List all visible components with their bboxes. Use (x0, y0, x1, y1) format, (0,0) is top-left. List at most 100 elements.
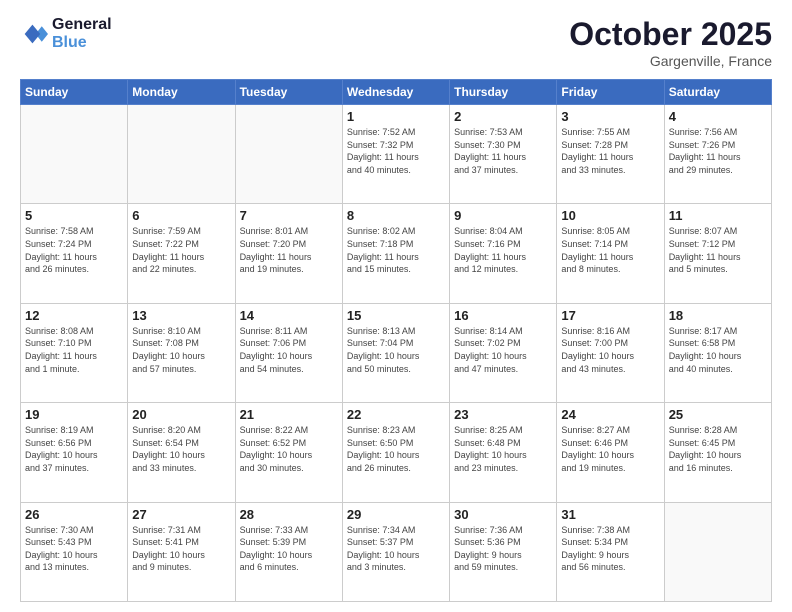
calendar-cell: 4Sunrise: 7:56 AM Sunset: 7:26 PM Daylig… (664, 105, 771, 204)
calendar-cell: 27Sunrise: 7:31 AM Sunset: 5:41 PM Dayli… (128, 502, 235, 601)
day-number: 26 (25, 507, 123, 522)
day-number: 13 (132, 308, 230, 323)
calendar-cell: 8 Sunrise: 8:02 AM Sunset: 7:18 PM Daylig… (342, 204, 449, 303)
day-info: Sunrise: 8:10 AM Sunset: 7:08 PM Dayligh… (132, 325, 230, 375)
day-number: 19 (25, 407, 123, 422)
day-info: Sunrise: 8:02 AM Sunset: 7:18 PM Dayligh… (347, 225, 445, 275)
day-info: Sunrise: 8:05 AM Sunset: 7:14 PM Dayligh… (561, 225, 659, 275)
day-number: 31 (561, 507, 659, 522)
day-info: Sunrise: 8:14 AM Sunset: 7:02 PM Dayligh… (454, 325, 552, 375)
day-number: 24 (561, 407, 659, 422)
location: Gargenville, France (569, 53, 772, 69)
day-info: Sunrise: 7:58 AM Sunset: 7:24 PM Dayligh… (25, 225, 123, 275)
day-info: Sunrise: 7:53 AM Sunset: 7:30 PM Dayligh… (454, 126, 552, 176)
week-row-3: 19 Sunrise: 8:19 AM Sunset: 6:56 PM Dayli… (21, 403, 772, 502)
day-number: 28 (240, 507, 338, 522)
day-info: Sunrise: 8:23 AM Sunset: 6:50 PM Dayligh… (347, 424, 445, 474)
weekday-header-row: SundayMondayTuesdayWednesdayThursdayFrid… (21, 80, 772, 105)
week-row-0: 1 Sunrise: 7:52 AM Sunset: 7:32 PM Daylig… (21, 105, 772, 204)
calendar-table: SundayMondayTuesdayWednesdayThursdayFrid… (20, 79, 772, 602)
logo-blue: Blue (52, 34, 112, 52)
calendar-cell: 6 Sunrise: 7:59 AM Sunset: 7:22 PM Daylig… (128, 204, 235, 303)
day-info: Sunrise: 7:38 AM Sunset: 5:34 PM Dayligh… (561, 524, 659, 574)
day-number: 5 (25, 208, 123, 223)
header: General Blue October 2025 Gargenville, F… (20, 16, 772, 69)
day-info: Sunrise: 8:04 AM Sunset: 7:16 PM Dayligh… (454, 225, 552, 275)
week-row-1: 5 Sunrise: 7:58 AM Sunset: 7:24 PM Daylig… (21, 204, 772, 303)
day-number: 20 (132, 407, 230, 422)
calendar-cell: 23Sunrise: 8:25 AM Sunset: 6:48 PM Dayli… (450, 403, 557, 502)
calendar-cell: 9Sunrise: 8:04 AM Sunset: 7:16 PM Daylig… (450, 204, 557, 303)
day-number: 12 (25, 308, 123, 323)
day-info: Sunrise: 8:25 AM Sunset: 6:48 PM Dayligh… (454, 424, 552, 474)
calendar-cell: 26Sunrise: 7:30 AM Sunset: 5:43 PM Dayli… (21, 502, 128, 601)
day-info: Sunrise: 8:28 AM Sunset: 6:45 PM Dayligh… (669, 424, 767, 474)
day-info: Sunrise: 8:19 AM Sunset: 6:56 PM Dayligh… (25, 424, 123, 474)
calendar-cell: 24Sunrise: 8:27 AM Sunset: 6:46 PM Dayli… (557, 403, 664, 502)
day-number: 22 (347, 407, 445, 422)
day-number: 14 (240, 308, 338, 323)
day-number: 15 (347, 308, 445, 323)
day-info: Sunrise: 7:33 AM Sunset: 5:39 PM Dayligh… (240, 524, 338, 574)
day-number: 8 (347, 208, 445, 223)
day-info: Sunrise: 8:01 AM Sunset: 7:20 PM Dayligh… (240, 225, 338, 275)
calendar-cell: 15 Sunrise: 8:13 AM Sunset: 7:04 PM Dayli… (342, 303, 449, 402)
calendar-cell: 19 Sunrise: 8:19 AM Sunset: 6:56 PM Dayli… (21, 403, 128, 502)
day-number: 2 (454, 109, 552, 124)
calendar-cell: 11 Sunrise: 8:07 AM Sunset: 7:12 PM Dayli… (664, 204, 771, 303)
day-info: Sunrise: 7:36 AM Sunset: 5:36 PM Dayligh… (454, 524, 552, 574)
weekday-header-saturday: Saturday (664, 80, 771, 105)
calendar-cell: 18 Sunrise: 8:17 AM Sunset: 6:58 PM Dayli… (664, 303, 771, 402)
day-number: 27 (132, 507, 230, 522)
day-info: Sunrise: 8:20 AM Sunset: 6:54 PM Dayligh… (132, 424, 230, 474)
calendar-cell: 29Sunrise: 7:34 AM Sunset: 5:37 PM Dayli… (342, 502, 449, 601)
calendar-cell: 17 Sunrise: 8:16 AM Sunset: 7:00 PM Dayli… (557, 303, 664, 402)
day-info: Sunrise: 7:55 AM Sunset: 7:28 PM Dayligh… (561, 126, 659, 176)
weekday-header-wednesday: Wednesday (342, 80, 449, 105)
day-number: 17 (561, 308, 659, 323)
calendar-cell: 1 Sunrise: 7:52 AM Sunset: 7:32 PM Daylig… (342, 105, 449, 204)
day-info: Sunrise: 7:52 AM Sunset: 7:32 PM Dayligh… (347, 126, 445, 176)
day-number: 1 (347, 109, 445, 124)
day-info: Sunrise: 7:59 AM Sunset: 7:22 PM Dayligh… (132, 225, 230, 275)
calendar-cell: 12 Sunrise: 8:08 AM Sunset: 7:10 PM Dayli… (21, 303, 128, 402)
calendar-cell: 28 Sunrise: 7:33 AM Sunset: 5:39 PM Dayli… (235, 502, 342, 601)
calendar-cell (128, 105, 235, 204)
title-block: October 2025 Gargenville, France (569, 16, 772, 69)
logo-icon (20, 20, 48, 48)
calendar-cell: 30 Sunrise: 7:36 AM Sunset: 5:36 PM Dayli… (450, 502, 557, 601)
calendar-cell: 31 Sunrise: 7:38 AM Sunset: 5:34 PM Dayli… (557, 502, 664, 601)
day-info: Sunrise: 8:17 AM Sunset: 6:58 PM Dayligh… (669, 325, 767, 375)
month-title: October 2025 (569, 16, 772, 53)
day-info: Sunrise: 8:16 AM Sunset: 7:00 PM Dayligh… (561, 325, 659, 375)
calendar-cell: 10Sunrise: 8:05 AM Sunset: 7:14 PM Dayli… (557, 204, 664, 303)
calendar-cell (235, 105, 342, 204)
day-number: 18 (669, 308, 767, 323)
day-info: Sunrise: 8:08 AM Sunset: 7:10 PM Dayligh… (25, 325, 123, 375)
calendar-cell: 13 Sunrise: 8:10 AM Sunset: 7:08 PM Dayli… (128, 303, 235, 402)
day-number: 11 (669, 208, 767, 223)
day-number: 30 (454, 507, 552, 522)
weekday-header-sunday: Sunday (21, 80, 128, 105)
calendar-cell: 7 Sunrise: 8:01 AM Sunset: 7:20 PM Daylig… (235, 204, 342, 303)
weekday-header-tuesday: Tuesday (235, 80, 342, 105)
day-info: Sunrise: 8:07 AM Sunset: 7:12 PM Dayligh… (669, 225, 767, 275)
page: General Blue October 2025 Gargenville, F… (0, 0, 792, 612)
calendar-cell: 5 Sunrise: 7:58 AM Sunset: 7:24 PM Daylig… (21, 204, 128, 303)
calendar-cell (21, 105, 128, 204)
week-row-4: 26Sunrise: 7:30 AM Sunset: 5:43 PM Dayli… (21, 502, 772, 601)
logo: General Blue (20, 16, 112, 51)
day-number: 7 (240, 208, 338, 223)
calendar-cell: 3 Sunrise: 7:55 AM Sunset: 7:28 PM Daylig… (557, 105, 664, 204)
day-number: 3 (561, 109, 659, 124)
day-number: 6 (132, 208, 230, 223)
calendar-cell: 16Sunrise: 8:14 AM Sunset: 7:02 PM Dayli… (450, 303, 557, 402)
day-info: Sunrise: 7:56 AM Sunset: 7:26 PM Dayligh… (669, 126, 767, 176)
day-info: Sunrise: 8:22 AM Sunset: 6:52 PM Dayligh… (240, 424, 338, 474)
day-info: Sunrise: 8:13 AM Sunset: 7:04 PM Dayligh… (347, 325, 445, 375)
calendar-cell: 21Sunrise: 8:22 AM Sunset: 6:52 PM Dayli… (235, 403, 342, 502)
day-number: 29 (347, 507, 445, 522)
calendar-cell (664, 502, 771, 601)
weekday-header-friday: Friday (557, 80, 664, 105)
weekday-header-monday: Monday (128, 80, 235, 105)
